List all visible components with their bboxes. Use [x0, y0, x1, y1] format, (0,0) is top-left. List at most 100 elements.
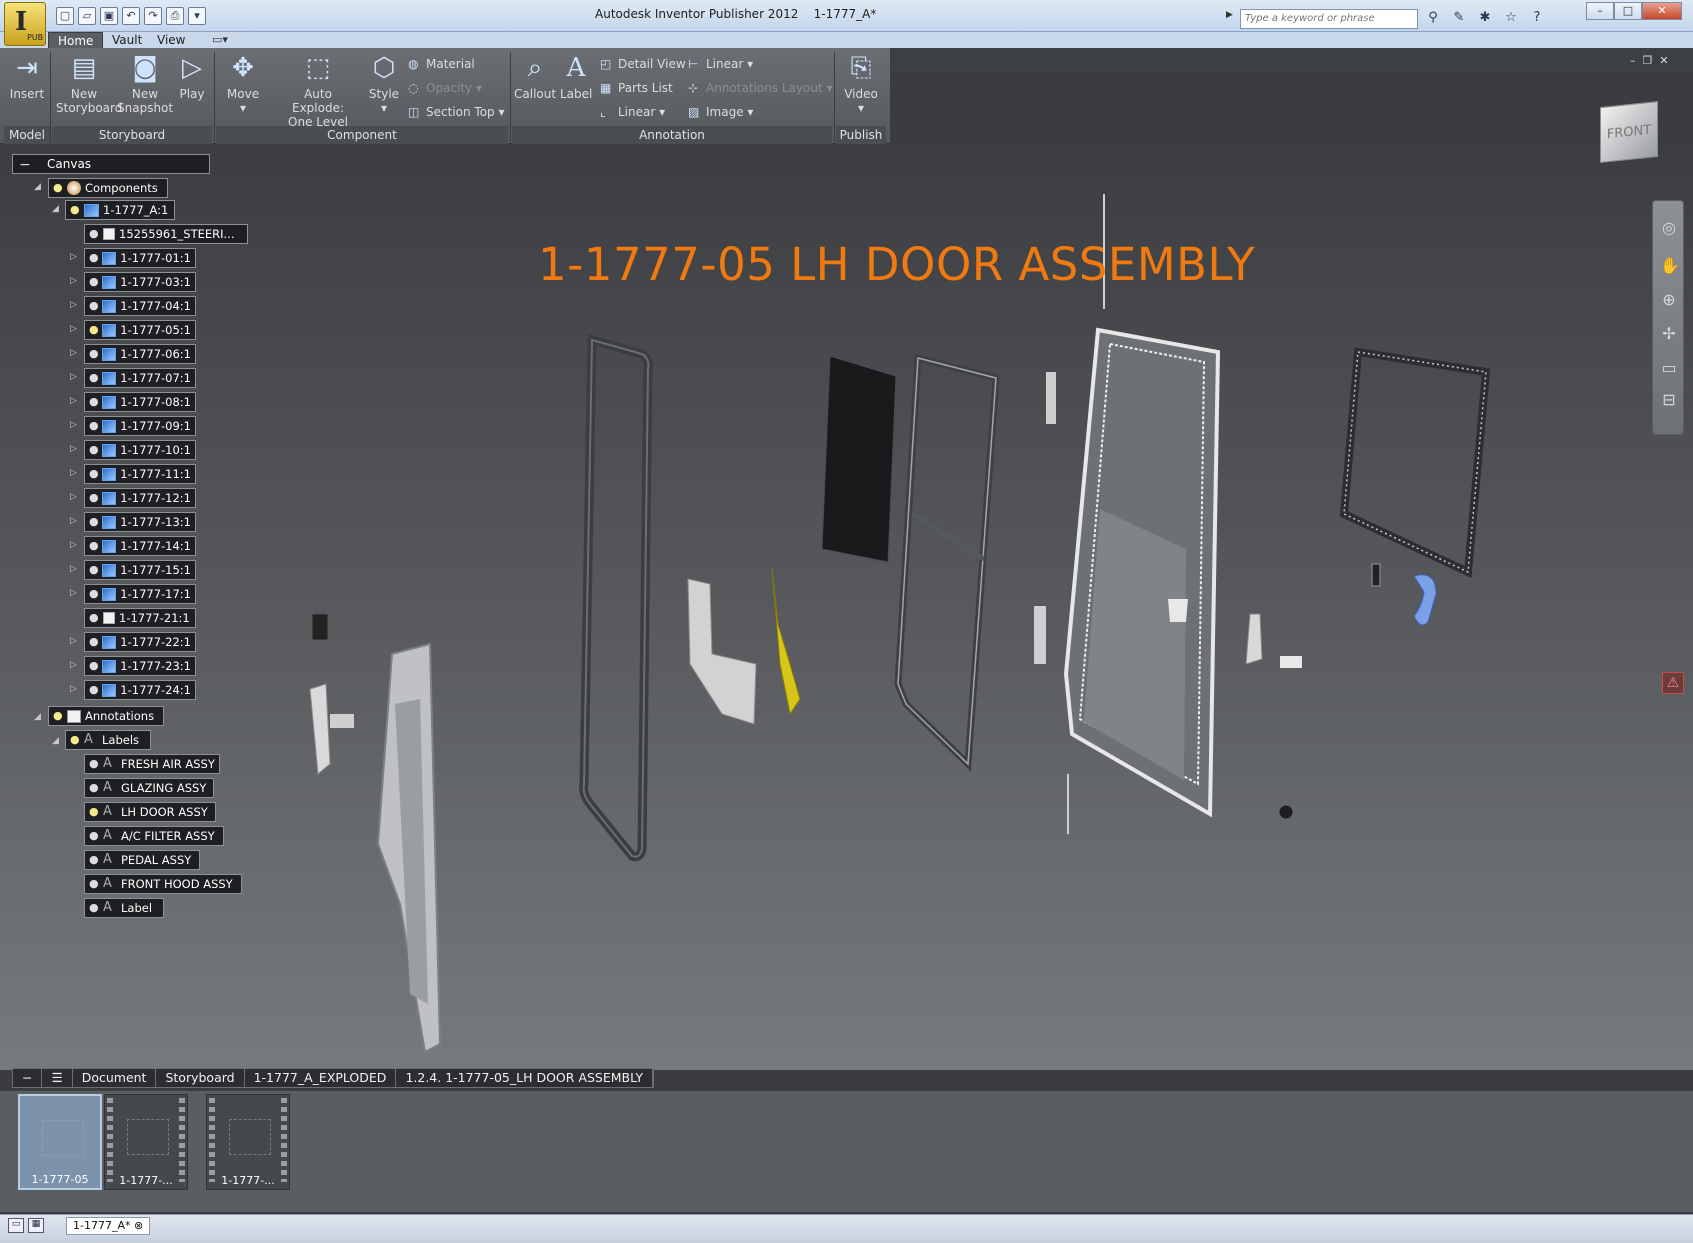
visibility-bulb-icon[interactable]: ● — [89, 899, 100, 917]
visibility-bulb-icon[interactable]: ● — [89, 875, 100, 893]
help-icon[interactable]: ? — [1528, 9, 1546, 27]
visibility-bulb-icon[interactable]: ● — [89, 681, 99, 699]
zoom-icon[interactable]: ⊕ — [1660, 291, 1678, 309]
tree-node-label-item[interactable]: ● A FRONT HOOD ASSY — [84, 874, 242, 894]
expander-part[interactable]: ▷ — [70, 299, 80, 311]
play-button[interactable]: ▷ Play — [176, 52, 208, 101]
tree-node-labels[interactable]: ● A Labels — [65, 730, 151, 750]
visibility-bulb-icon[interactable]: ● — [89, 297, 99, 315]
tree-node-part[interactable]: ● 1-1777-11:1 — [84, 464, 196, 484]
tree-node-part[interactable]: ● 1-1777-10:1 — [84, 440, 196, 460]
expander-part[interactable]: ▷ — [70, 491, 80, 503]
expander-assembly[interactable]: ◢ — [52, 203, 62, 215]
application-menu-button[interactable]: I PUB — [4, 2, 46, 46]
breadcrumb-exploded[interactable]: 1-1777_A_EXPLODED — [245, 1069, 397, 1087]
document-window-controls[interactable]: – ❐ ✕ — [1630, 54, 1669, 68]
visibility-bulb-icon[interactable]: ● — [70, 731, 81, 749]
label-button[interactable]: A Label — [560, 52, 592, 101]
cascade-windows-icon[interactable]: ▦ — [28, 1218, 44, 1233]
visibility-bulb-icon[interactable]: ● — [89, 585, 99, 603]
linear-dimension-button-a[interactable]: ⌞ Linear ▾ — [600, 105, 665, 119]
expander-part[interactable]: ▷ — [70, 539, 80, 551]
section-top-button[interactable]: ◫ Section Top ▾ — [408, 105, 505, 119]
image-button[interactable]: ▨ Image ▾ — [688, 105, 753, 119]
open-folder-icon[interactable]: ▱ — [78, 7, 96, 25]
subscription-icon[interactable]: ✱ — [1476, 9, 1494, 27]
tree-node-part[interactable]: ● 1-1777-23:1 — [84, 656, 196, 676]
expander-part[interactable]: ▷ — [70, 635, 80, 647]
expander-part[interactable]: ▷ — [70, 587, 80, 599]
expander-part[interactable]: ▷ — [70, 371, 80, 383]
fit-all-icon[interactable]: ⊟ — [1660, 391, 1678, 409]
tree-node-label-item[interactable]: ● A LH DOOR ASSY — [84, 802, 216, 822]
favorites-star-icon[interactable]: ☆ — [1502, 9, 1520, 27]
visibility-bulb-icon[interactable]: ● — [89, 561, 99, 579]
style-button[interactable]: ⬡ Style ▾ — [364, 52, 404, 115]
binoculars-icon[interactable]: ⚲ — [1424, 9, 1442, 27]
visibility-bulb-icon[interactable]: ● — [89, 249, 99, 267]
redo-icon[interactable]: ↷ — [144, 7, 162, 25]
auto-explode-button[interactable]: ⬚ Auto Explode: One Level — [278, 52, 358, 129]
tree-node-part[interactable]: ● 1-1777-24:1 — [84, 680, 196, 700]
breadcrumb-snapshot[interactable]: 1.2.4. 1-1777-05_LH DOOR ASSEMBLY — [396, 1069, 654, 1087]
tree-node-annotations[interactable]: ● Annotations — [48, 706, 164, 726]
tree-node-label-item[interactable]: ● A Label — [84, 898, 164, 918]
breadcrumb-document[interactable]: Document — [73, 1069, 157, 1087]
tree-node-label-item[interactable]: ● A A/C FILTER ASSY — [84, 826, 224, 846]
video-button[interactable]: ⎘ Video ▾ — [840, 52, 882, 115]
tree-node-part[interactable]: ● 1-1777-21:1 — [84, 608, 196, 628]
tree-node-part[interactable]: ● 1-1777-03:1 — [84, 272, 196, 292]
tree-node-part[interactable]: ● 1-1777-04:1 — [84, 296, 196, 316]
tree-node-part[interactable]: ● 1-1777-12:1 — [84, 488, 196, 508]
expander-labels[interactable]: ◢ — [52, 735, 62, 747]
tile-windows-icon[interactable]: ▭ — [8, 1218, 24, 1233]
visibility-bulb-icon[interactable]: ● — [89, 273, 99, 291]
visibility-bulb-icon[interactable]: ● — [89, 441, 99, 459]
tab-overflow-dropdown-icon[interactable]: ▭▾ — [212, 33, 228, 46]
visibility-bulb-icon[interactable]: ● — [89, 657, 99, 675]
breadcrumb-storyboard[interactable]: Storyboard — [156, 1069, 245, 1087]
visibility-bulb-icon[interactable]: ● — [89, 321, 99, 339]
expander-part[interactable]: ▷ — [70, 395, 80, 407]
expander-components[interactable]: ◢ — [34, 181, 44, 193]
tree-node-part[interactable]: ● 1-1777-07:1 — [84, 368, 196, 388]
tools-icon[interactable]: ✎ — [1450, 9, 1468, 27]
breadcrumb-collapse-icon[interactable]: − — [13, 1069, 43, 1087]
visibility-bulb-icon[interactable]: ● — [89, 827, 100, 845]
tree-node-part[interactable]: ● 1-1777-17:1 — [84, 584, 196, 604]
new-snapshot-button[interactable]: ◙ New Snapshot — [116, 52, 174, 115]
tree-node-part[interactable]: ● 1-1777-08:1 — [84, 392, 196, 412]
visibility-bulb-icon[interactable]: ● — [89, 513, 99, 531]
tree-node-part[interactable]: ● 1-1777-09:1 — [84, 416, 196, 436]
material-button[interactable]: ◍ Material — [408, 57, 475, 71]
visibility-bulb-icon[interactable]: ● — [89, 465, 99, 483]
new-file-icon[interactable]: ▢ — [56, 7, 74, 25]
visibility-bulb-icon[interactable]: ● — [89, 851, 100, 869]
callout-button[interactable]: ⌕ Callout — [514, 52, 556, 101]
insert-button[interactable]: ⇥ Insert — [6, 52, 48, 101]
tree-node-part[interactable]: ● 1-1777-15:1 — [84, 560, 196, 580]
collapse-icon[interactable]: − — [19, 156, 31, 174]
tree-node-part[interactable]: ● 1-1777-01:1 — [84, 248, 196, 268]
warning-icon[interactable]: ⚠ — [1662, 672, 1684, 694]
breadcrumb-list-icon[interactable]: ☰ — [42, 1069, 73, 1087]
linear-dimension-button-b[interactable]: ⊢ Linear ▾ — [688, 57, 753, 71]
close-tab-icon[interactable]: ⊗ — [134, 1219, 143, 1232]
undo-icon[interactable]: ↶ — [122, 7, 140, 25]
tree-node-part[interactable]: ● 1-1777-05:1 — [84, 320, 196, 340]
new-storyboard-button[interactable]: ▤ New Storyboard — [52, 52, 122, 115]
visibility-bulb-icon[interactable]: ● — [89, 369, 99, 387]
snapshot-thumbnail[interactable]: 1-1777-... — [104, 1094, 188, 1190]
steering-wheel-icon[interactable]: ◎ — [1660, 219, 1678, 237]
minimize-window-button[interactable]: – — [1586, 2, 1614, 20]
visibility-bulb-icon[interactable]: ● — [89, 609, 100, 627]
expander-part[interactable]: ▷ — [70, 275, 80, 287]
expander-part[interactable]: ▷ — [70, 659, 80, 671]
tree-node-components[interactable]: ● Components — [48, 178, 168, 198]
expander-part[interactable]: ▷ — [70, 443, 80, 455]
move-button[interactable]: ✥ Move ▾ — [222, 52, 264, 115]
qat-dropdown-icon[interactable]: ▾ — [188, 7, 206, 25]
tree-node-part[interactable]: ● 15255961_STEERI... — [84, 224, 248, 244]
maximize-window-button[interactable]: □ — [1614, 2, 1642, 20]
viewcube[interactable]: FRONT — [1600, 100, 1658, 164]
